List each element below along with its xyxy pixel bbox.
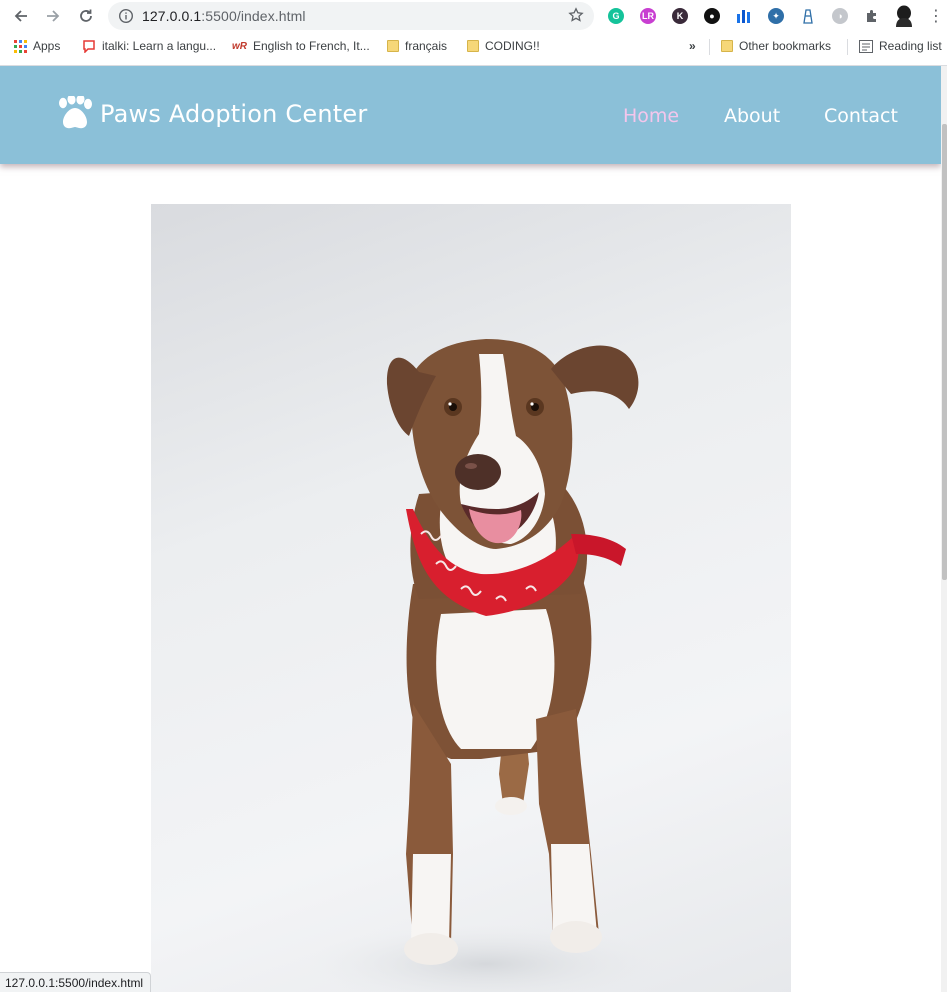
puzzle-icon xyxy=(867,10,876,22)
status-bar-url: 127.0.0.1:5500/index.html xyxy=(0,972,152,992)
grammarly-extension-icon[interactable]: G xyxy=(605,5,627,27)
tool-extension-icon[interactable]: ✦ xyxy=(765,5,787,27)
address-url: 127.0.0.1:5500/index.html xyxy=(142,8,306,24)
info-icon[interactable] xyxy=(118,8,134,24)
bookmark-folder-coding[interactable]: CODING!! xyxy=(467,39,540,53)
site-title: Paws Adoption Center xyxy=(100,100,368,128)
bookmark-label: Apps xyxy=(33,39,61,53)
bookmark-label: italki: Learn a langu... xyxy=(102,39,217,53)
brand[interactable]: Paws Adoption Center xyxy=(54,96,367,132)
github-extension-icon[interactable]: ● xyxy=(701,5,723,27)
extensions-puzzle-icon[interactable] xyxy=(861,5,883,27)
lighthouse-icon xyxy=(803,9,813,24)
forward-button[interactable] xyxy=(41,4,65,28)
bookmark-folder-francais[interactable]: français xyxy=(387,39,447,53)
wordreference-icon: wR xyxy=(232,40,247,52)
language-reactor-extension-icon[interactable]: LR xyxy=(637,5,659,27)
reading-list-button[interactable]: Reading list xyxy=(859,39,942,53)
page-viewport: Paws Adoption Center Home About Contact xyxy=(0,66,941,992)
bookmark-apps[interactable]: Apps xyxy=(14,39,60,53)
bookmark-divider xyxy=(709,39,710,55)
reload-button[interactable] xyxy=(74,4,98,28)
bookmark-label: Reading list xyxy=(879,39,942,53)
bookmark-star-icon[interactable] xyxy=(568,7,584,23)
browser-menu-icon[interactable]: ⋮ xyxy=(925,5,947,27)
nav-link-about[interactable]: About xyxy=(724,105,780,127)
back-button[interactable] xyxy=(9,4,33,28)
profile-avatar[interactable] xyxy=(893,5,915,27)
folder-icon xyxy=(387,40,399,52)
bookmark-label: français xyxy=(405,39,448,53)
site-header: Paws Adoption Center Home About Contact xyxy=(0,66,941,164)
folder-icon xyxy=(721,40,733,52)
folder-icon xyxy=(467,40,479,52)
avatar-icon xyxy=(896,5,912,27)
extension-gray-icon[interactable]: ◑ xyxy=(829,5,851,27)
reload-icon xyxy=(80,9,92,22)
hero-dog-image xyxy=(151,204,791,992)
nav-link-contact[interactable]: Contact xyxy=(824,105,898,127)
scrollbar-thumb[interactable] xyxy=(942,124,947,580)
nav-link-home[interactable]: Home xyxy=(623,105,679,127)
back-arrow-icon xyxy=(14,10,27,22)
browser-chrome: 127.0.0.1:5500/index.html G LR K ● ✦ ◑ ⋮… xyxy=(0,0,947,66)
italki-icon xyxy=(83,40,95,53)
reading-list-icon xyxy=(859,39,873,53)
forward-arrow-icon xyxy=(47,10,60,22)
k-extension-icon[interactable]: K xyxy=(669,5,691,27)
lighthouse-extension-icon[interactable] xyxy=(797,5,819,27)
analytics-extension-icon[interactable] xyxy=(733,5,755,27)
bookmark-label: CODING!! xyxy=(485,39,540,53)
bar-chart-icon xyxy=(737,10,750,23)
paw-icon xyxy=(59,96,92,129)
apps-grid-icon xyxy=(14,39,27,53)
bookmarks-overflow-chevron[interactable]: » xyxy=(689,39,696,53)
bookmark-italki[interactable]: italki: Learn a langu... xyxy=(82,39,216,53)
browser-toolbar: 127.0.0.1:5500/index.html G LR K ● ✦ ◑ ⋮ xyxy=(0,0,947,32)
address-bar[interactable]: 127.0.0.1:5500/index.html xyxy=(108,2,594,30)
bookmarks-bar: Apps italki: Learn a langu... wR English… xyxy=(0,33,947,61)
bookmark-label: Other bookmarks xyxy=(739,39,832,53)
bookmark-other[interactable]: Other bookmarks xyxy=(721,39,831,53)
bookmark-divider xyxy=(847,39,848,55)
bookmark-label: English to French, It... xyxy=(253,39,370,53)
bookmark-wordreference[interactable]: wR English to French, It... xyxy=(232,39,370,53)
page-scrollbar[interactable] xyxy=(941,66,947,992)
dog-illustration xyxy=(306,339,666,992)
